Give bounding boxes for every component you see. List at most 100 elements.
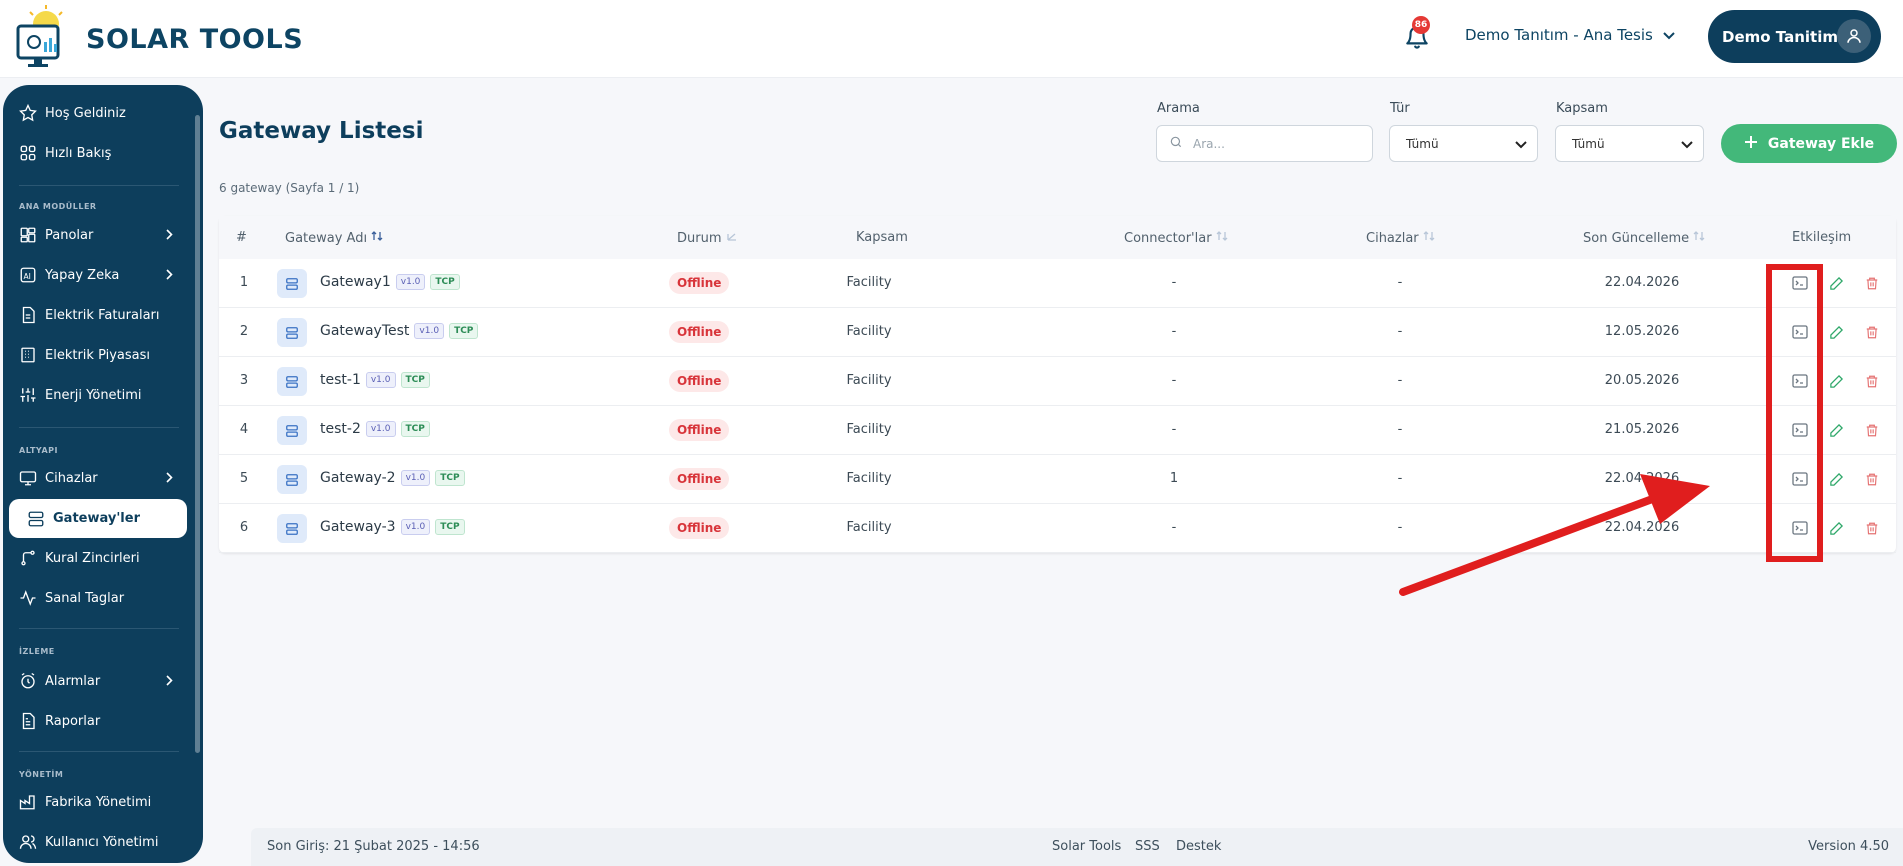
search-input[interactable] <box>1193 136 1363 151</box>
user-menu-button[interactable]: Demo Tanitim <box>1708 10 1881 63</box>
status-badge: Offline <box>669 321 730 343</box>
delete-trash-icon[interactable] <box>1862 518 1882 538</box>
sidebar-item-gateways[interactable]: Gateway'ler <box>9 499 187 538</box>
sidebar-item-sanal-taglar[interactable]: Sanal Taglar <box>17 582 187 614</box>
row-number: 2 <box>239 324 249 339</box>
sidebar-item-yapay-zeka[interactable]: AI Yapay Zeka <box>17 259 187 291</box>
gateway-name[interactable]: Gateway1 <box>320 274 391 290</box>
sidebar-item-kural-zincirleri[interactable]: Kural Zincirleri <box>17 542 187 574</box>
table-row[interactable]: 6 Gateway-3 v1.0 TCP Offline Facility - - 22.04.… <box>219 504 1896 553</box>
column-devices[interactable]: Cihazlar <box>1366 230 1435 246</box>
updated-cell: 22.04.2026 <box>1604 471 1680 486</box>
search-label: Arama <box>1157 101 1200 116</box>
ai-icon: AI <box>17 264 39 286</box>
app-version: Version 4.50 <box>1808 839 1889 854</box>
scope-cell: Facility <box>846 373 892 388</box>
edit-pencil-icon[interactable] <box>1826 518 1846 538</box>
sort-icon <box>1693 230 1705 246</box>
chevron-right-icon <box>166 675 173 690</box>
scope-cell: Facility <box>846 324 892 339</box>
column-status[interactable]: Durum <box>677 230 738 246</box>
gateway-name[interactable]: Gateway-3 <box>320 519 396 535</box>
footer: Son Giriş: 21 Şubat 2025 - 14:56 Solar T… <box>251 828 1903 866</box>
edit-pencil-icon[interactable] <box>1826 371 1846 391</box>
delete-trash-icon[interactable] <box>1862 273 1882 293</box>
table-row[interactable]: 1 Gateway1 v1.0 TCP Offline Facility - - 22.04.2… <box>219 259 1896 308</box>
delete-trash-icon[interactable] <box>1862 469 1882 489</box>
gateway-name[interactable]: test-2 <box>320 421 361 437</box>
row-number: 5 <box>239 471 249 486</box>
page-title: Gateway Listesi <box>219 118 424 144</box>
connectors-cell: - <box>1171 373 1177 388</box>
edit-pencil-icon[interactable] <box>1826 469 1846 489</box>
sidebar-item-cihazlar[interactable]: Cihazlar <box>17 462 187 494</box>
sidebar-item-label: Sanal Taglar <box>45 590 125 606</box>
devices-cell: - <box>1397 275 1403 290</box>
edit-pencil-icon[interactable] <box>1826 273 1846 293</box>
sidebar-item-hos-geldiniz[interactable]: Hoş Geldiniz <box>17 97 187 129</box>
annotation-highlight-box <box>1766 264 1823 562</box>
sidebar: Hoş Geldiniz Hızlı Bakış ANA MODÜLLER Pa… <box>3 85 203 863</box>
users-icon <box>17 831 39 853</box>
row-number: 1 <box>239 275 249 290</box>
sidebar-item-alarmlar[interactable]: Alarmlar <box>17 665 187 697</box>
column-scope: Kapsam <box>856 230 908 245</box>
type-select[interactable]: Tümü <box>1389 125 1538 162</box>
column-last-updated[interactable]: Son Güncelleme <box>1583 230 1705 246</box>
top-header: SOLAR TOOLS 86 Demo Tanıtım - Ana Tesis … <box>0 0 1903 78</box>
edit-pencil-icon[interactable] <box>1826 322 1846 342</box>
version-badge: v1.0 <box>400 470 431 486</box>
edit-pencil-icon[interactable] <box>1826 420 1846 440</box>
search-field[interactable] <box>1156 125 1373 162</box>
table-header: # Gateway Adı Durum Kapsam Connector'lar… <box>219 216 1896 259</box>
footer-link-solar-tools[interactable]: Solar Tools <box>1052 839 1121 854</box>
footer-link-sss[interactable]: SSS <box>1135 839 1160 854</box>
notification-badge: 86 <box>1412 16 1430 34</box>
gateway-name[interactable]: test-1 <box>320 372 361 388</box>
delete-trash-icon[interactable] <box>1862 322 1882 342</box>
sidebar-item-hizli-bakis[interactable]: Hızlı Bakış <box>17 137 187 169</box>
scope-select[interactable]: Tümü <box>1555 125 1704 162</box>
logo[interactable]: SOLAR TOOLS <box>16 4 303 74</box>
gateway-count: 6 gateway (Sayfa 1 / 1) <box>219 181 360 195</box>
connectors-cell: - <box>1171 324 1177 339</box>
table-row[interactable]: 3 test-1 v1.0 TCP Offline Facility - - 20.05.202… <box>219 357 1896 406</box>
sidebar-item-label: Elektrik Faturaları <box>45 307 160 323</box>
server-icon <box>25 508 47 530</box>
sidebar-item-label: Alarmlar <box>45 673 101 689</box>
footer-link-destek[interactable]: Destek <box>1176 839 1221 854</box>
sidebar-item-fabrika-yonetimi[interactable]: Fabrika Yönetimi <box>17 786 187 818</box>
sidebar-item-panolar[interactable]: Panolar <box>17 219 187 251</box>
version-badge: v1.0 <box>414 323 445 339</box>
column-gateway-name[interactable]: Gateway Adı <box>285 230 383 246</box>
table-row[interactable]: 2 GatewayTest v1.0 TCP Offline Facility - - 12.0… <box>219 308 1896 357</box>
delete-trash-icon[interactable] <box>1862 420 1882 440</box>
sidebar-item-raporlar[interactable]: Raporlar <box>17 705 187 737</box>
gateway-name[interactable]: GatewayTest <box>320 323 409 339</box>
row-number: 3 <box>239 373 249 388</box>
scope-cell: Facility <box>846 275 892 290</box>
scope-select-value: Tümü <box>1572 136 1605 151</box>
protocol-badge: TCP <box>400 421 430 437</box>
sort-icon <box>1423 230 1435 246</box>
sidebar-item-elektrik-faturalari[interactable]: Elektrik Faturaları <box>17 299 187 331</box>
connectors-cell: 1 <box>1169 471 1179 486</box>
scope-cell: Facility <box>846 422 892 437</box>
table-row[interactable]: 5 Gateway-2 v1.0 TCP Offline Facility 1 - 22.04.… <box>219 455 1896 504</box>
version-badge: v1.0 <box>395 274 426 290</box>
connectors-cell: - <box>1171 520 1177 535</box>
sidebar-item-kullanici-yonetimi[interactable]: Kullanıcı Yönetimi <box>17 826 187 858</box>
section-title: YÖNETİM <box>19 770 64 779</box>
column-connectors[interactable]: Connector'lar <box>1124 230 1228 246</box>
sidebar-item-elektrik-piyasasi[interactable]: Elektrik Piyasası <box>17 339 187 371</box>
sidebar-scrollbar[interactable] <box>195 115 200 753</box>
gateway-name[interactable]: Gateway-2 <box>320 470 396 486</box>
sidebar-divider <box>19 751 179 752</box>
sidebar-item-enerji-yonetimi[interactable]: Enerji Yönetimi <box>17 379 187 411</box>
facility-selector[interactable]: Demo Tanıtım - Ana Tesis <box>1465 26 1675 44</box>
sort-icon <box>371 230 383 246</box>
table-row[interactable]: 4 test-2 v1.0 TCP Offline Facility - - 21.05.202… <box>219 406 1896 455</box>
delete-trash-icon[interactable] <box>1862 371 1882 391</box>
add-gateway-button[interactable]: Gateway Ekle <box>1721 124 1897 163</box>
star-icon <box>17 102 39 124</box>
